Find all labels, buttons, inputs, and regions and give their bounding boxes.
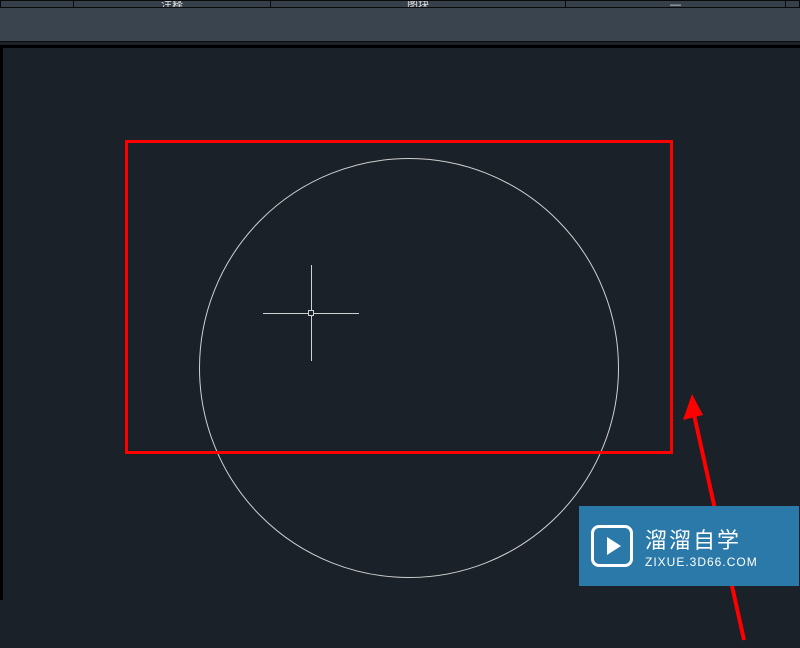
watermark-url: ZIXUE.3D66.COM [645, 555, 758, 569]
tab-block[interactable]: 图块 [271, 0, 566, 8]
tab-annotate[interactable]: 注释 [74, 0, 271, 8]
watermark-title: 溜溜自学 [645, 523, 758, 555]
play-triangle-icon [607, 537, 621, 555]
watermark-badge: 溜溜自学 ZIXUE.3D66.COM [579, 506, 799, 586]
crosshair-pickbox [308, 310, 314, 316]
watermark-text: 溜溜自学 ZIXUE.3D66.COM [645, 523, 758, 569]
play-icon [591, 525, 633, 567]
ribbon-strip [0, 8, 800, 42]
tab-fragment-left[interactable] [0, 0, 74, 8]
tab-dash[interactable]: — [566, 0, 786, 8]
tab-fragment-right[interactable] [786, 0, 800, 8]
drawing-canvas[interactable]: 溜溜自学 ZIXUE.3D66.COM [0, 45, 800, 600]
highlight-rectangle [125, 140, 673, 454]
ribbon-tab-bar: 注释 图块 — [0, 0, 800, 8]
